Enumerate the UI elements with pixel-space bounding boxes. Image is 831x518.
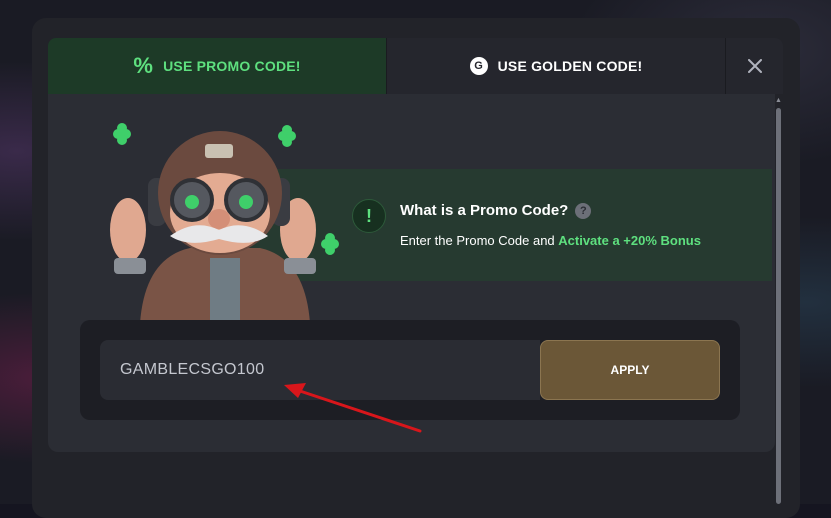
info-desc-prefix: Enter the Promo Code and <box>400 233 559 248</box>
tab-use-golden-code[interactable]: G USE GOLDEN CODE! <box>386 38 725 94</box>
scroll-up-arrow-icon[interactable]: ▲ <box>775 97 782 104</box>
percent-icon: % <box>133 53 154 78</box>
modal-tabs: % USE PROMO CODE! G USE GOLDEN CODE! <box>48 38 783 94</box>
tab-golden-label: USE GOLDEN CODE! <box>497 58 643 74</box>
mascot-illustration <box>110 123 339 323</box>
info-alert-icon: ! <box>352 199 386 233</box>
tab-promo-label: USE PROMO CODE! <box>163 58 301 74</box>
info-title: What is a Promo Code? ? <box>400 202 592 219</box>
promo-code-input[interactable]: GAMBLECSGO100 <box>100 340 540 400</box>
help-icon[interactable]: ? <box>575 202 592 219</box>
clover-icon <box>278 125 296 147</box>
info-description: Enter the Promo Code and Activate a +20%… <box>400 233 701 248</box>
clover-icon <box>321 233 339 255</box>
tab-use-promo-code[interactable]: % USE PROMO CODE! <box>48 38 386 94</box>
close-button[interactable] <box>725 38 783 94</box>
info-title-text: What is a Promo Code? <box>400 202 569 219</box>
info-desc-highlight: Activate a +20% Bonus <box>558 233 701 248</box>
close-icon <box>747 59 762 73</box>
golden-g-icon: G <box>469 57 488 75</box>
apply-button[interactable]: APPLY <box>540 340 720 400</box>
scrollbar[interactable] <box>776 108 781 504</box>
clover-icon <box>113 123 131 145</box>
